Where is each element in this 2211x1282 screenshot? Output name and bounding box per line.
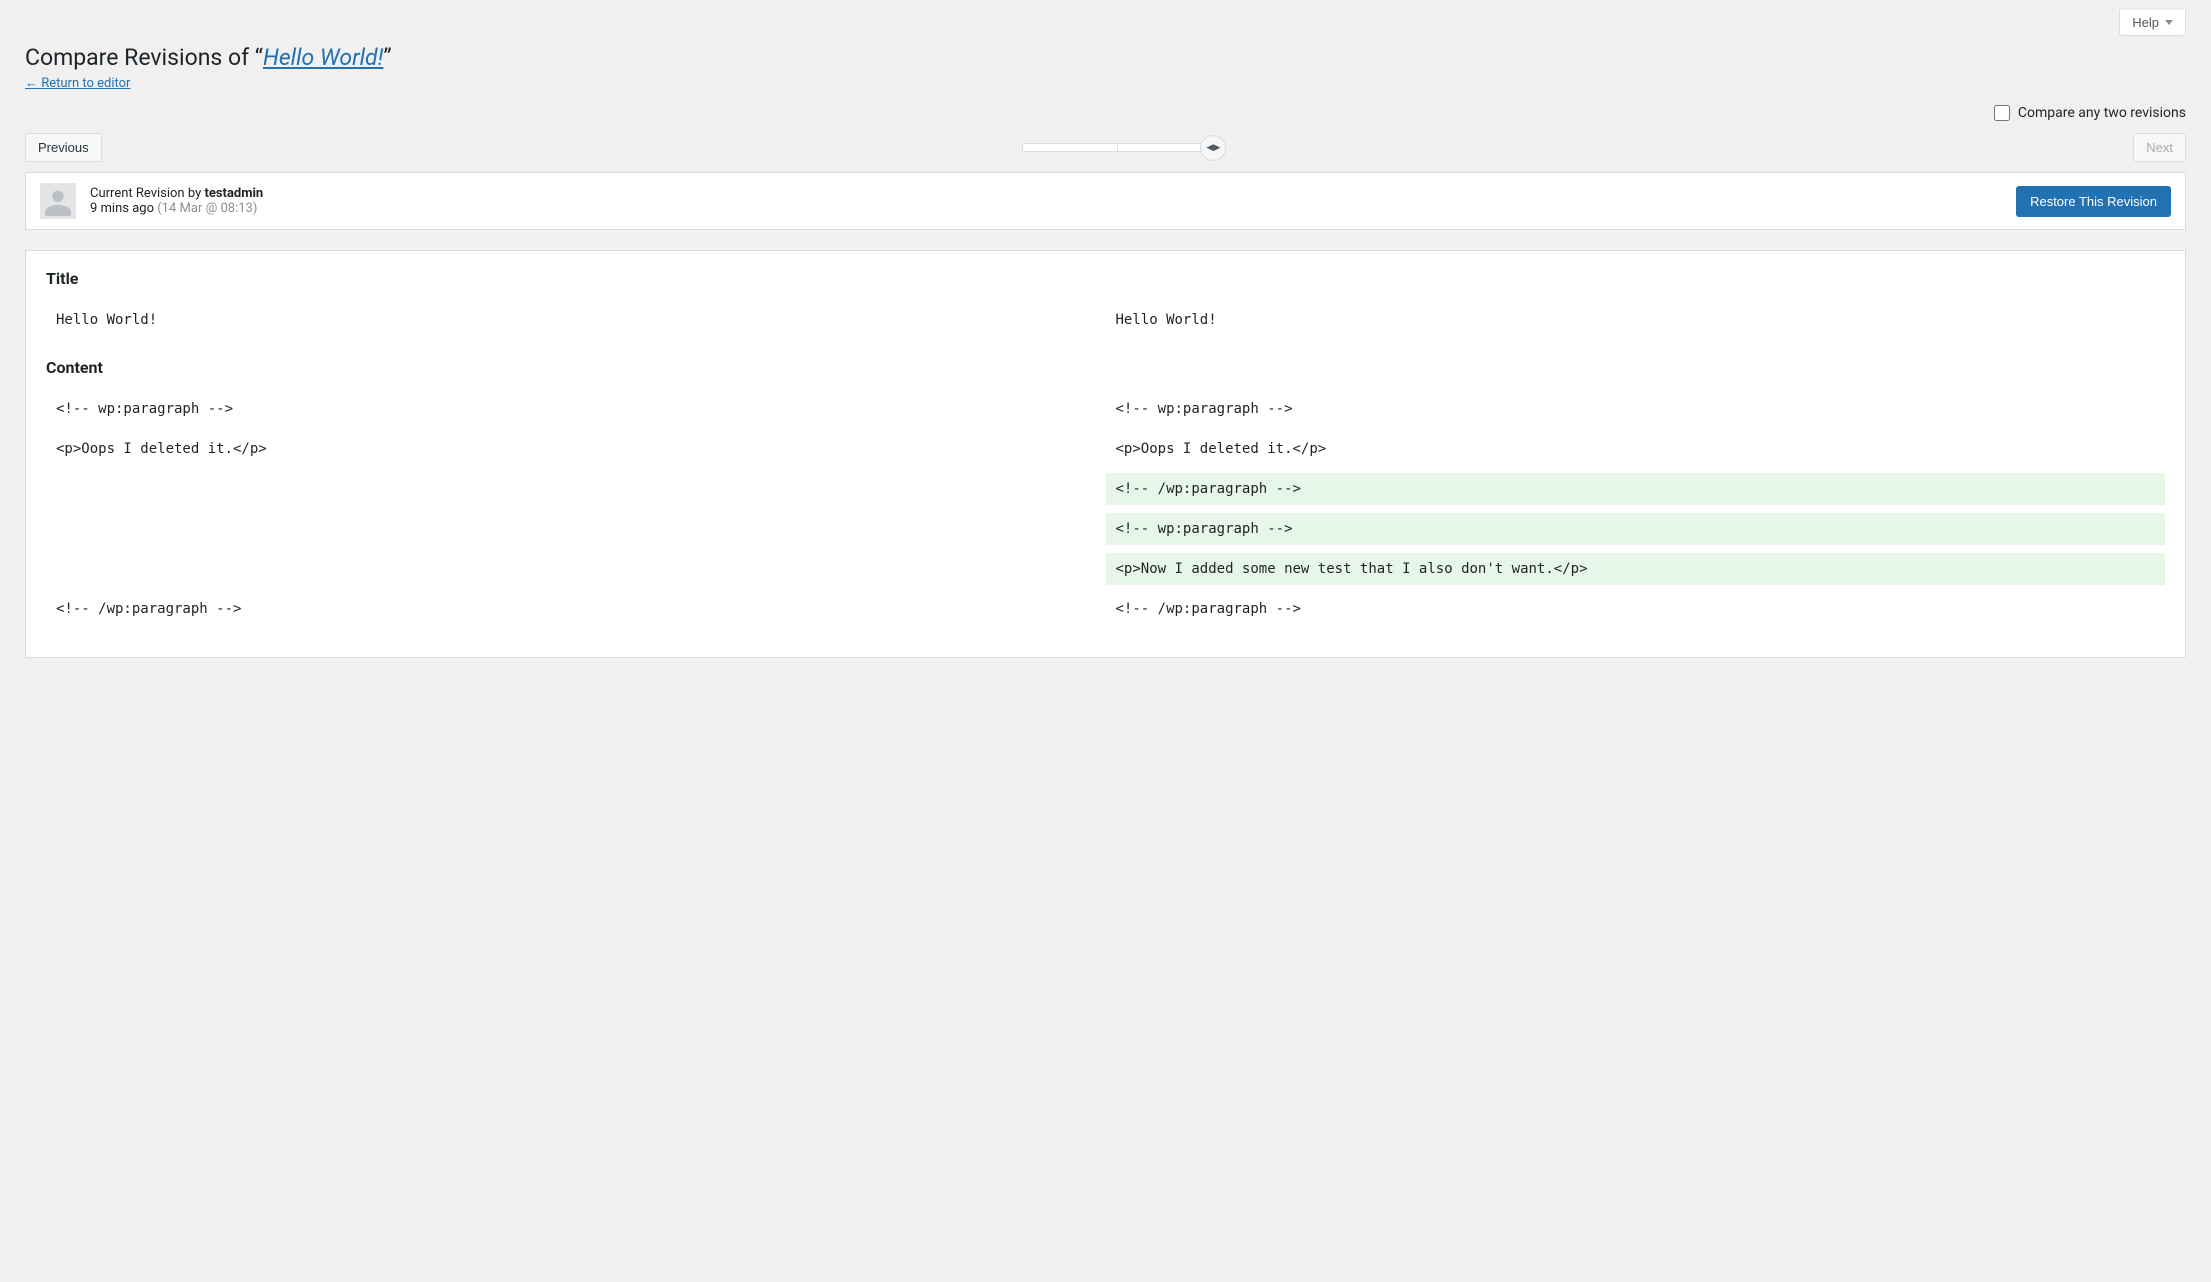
diff-cell-left: <!-- wp:paragraph --> (46, 393, 1106, 425)
chevron-down-icon (2165, 20, 2173, 25)
avatar (40, 183, 76, 219)
content-section-heading: Content (46, 358, 2165, 377)
revision-slider[interactable]: ◀▶ (1022, 143, 1212, 152)
diff-cell-left: <p>Oops I deleted it.</p> (46, 433, 1106, 465)
title-section-heading: Title (46, 269, 2165, 288)
revision-timestamp-line: 9 mins ago (14 Mar @ 08:13) (90, 201, 263, 216)
slider-handle-icon[interactable]: ◀▶ (1200, 135, 1226, 161)
help-button[interactable]: Help (2119, 10, 2186, 36)
diff-cell-right: <!-- /wp:paragraph --> (1106, 473, 2166, 505)
diff-cell-right: <!-- /wp:paragraph --> (1106, 593, 2166, 625)
content-diff-table: <!-- wp:paragraph --><!-- wp:paragraph -… (46, 393, 2165, 625)
restore-revision-button[interactable]: Restore This Revision (2016, 186, 2171, 217)
diff-cell-right: Hello World! (1106, 304, 2166, 336)
diff-cell-right: <!-- wp:paragraph --> (1106, 513, 2166, 545)
post-title-link[interactable]: Hello World! (263, 44, 383, 71)
compare-any-two-label[interactable]: Compare any two revisions (2018, 105, 2186, 121)
slider-track (1022, 143, 1212, 152)
revision-author-line: Current Revision by testadmin (90, 186, 263, 201)
return-to-editor-link[interactable]: ← Return to editor (25, 75, 130, 91)
person-icon (41, 185, 75, 219)
diff-cell-left (46, 553, 1106, 585)
previous-button[interactable]: Previous (25, 133, 102, 162)
next-button: Next (2133, 133, 2186, 162)
diff-cell-right: <p>Now I added some new test that I also… (1106, 553, 2166, 585)
help-label: Help (2132, 15, 2159, 30)
diff-cell-right: <p>Oops I deleted it.</p> (1106, 433, 2166, 465)
revision-meta-card: Current Revision by testadmin 9 mins ago… (25, 172, 2186, 230)
diff-cell-left: Hello World! (46, 304, 1106, 336)
title-diff-table: Hello World!Hello World! (46, 304, 2165, 336)
diff-cell-left (46, 473, 1106, 505)
page-title: Compare Revisions of “Hello World!” (25, 44, 2186, 71)
diff-cell-left: <!-- /wp:paragraph --> (46, 593, 1106, 625)
diff-cell-right: <!-- wp:paragraph --> (1106, 393, 2166, 425)
diff-cell-left (46, 513, 1106, 545)
compare-any-two-checkbox[interactable] (1994, 105, 2010, 121)
diff-card: Title Hello World!Hello World! Content <… (25, 250, 2186, 658)
